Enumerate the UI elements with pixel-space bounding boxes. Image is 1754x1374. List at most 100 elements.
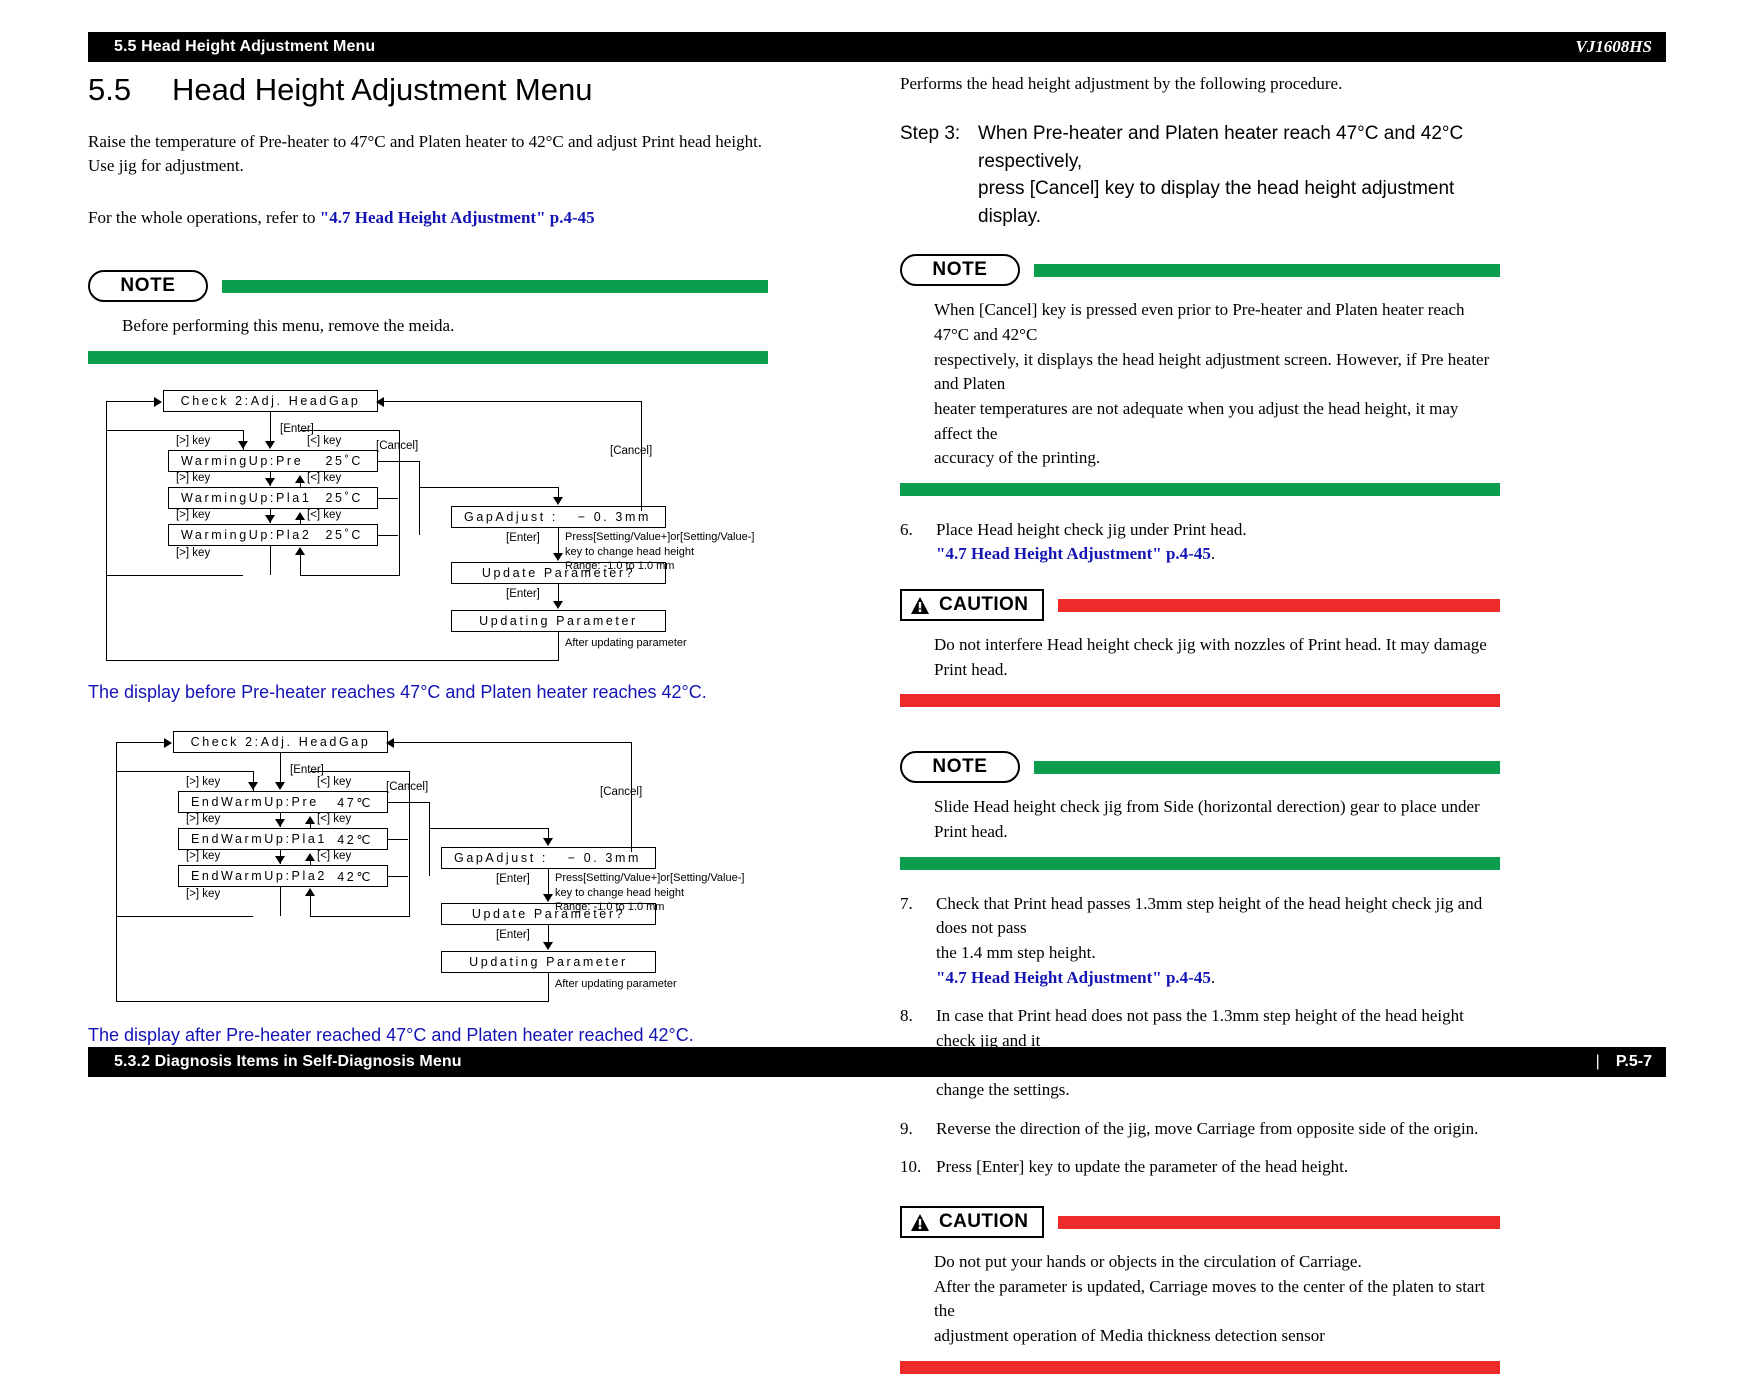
connector bbox=[106, 401, 108, 662]
connector bbox=[116, 916, 253, 918]
note-1-line-1: When [Cancel] key is pressed even prior … bbox=[934, 300, 1465, 344]
lcd-label: GapAdjust : bbox=[454, 851, 548, 866]
cross-reference-link[interactable]: "4.7 Head Height Adjustment" p.4-45 bbox=[936, 544, 1211, 563]
label-enter: [Enter] bbox=[506, 532, 540, 545]
cross-reference-link[interactable]: "4.7 Head Height Adjustment" p.4-45 bbox=[320, 208, 595, 227]
lcd-value: 25˚C bbox=[325, 454, 363, 469]
caution-2-body: Do not put your hands or objects in the … bbox=[934, 1250, 1500, 1349]
connector bbox=[388, 802, 430, 804]
connector bbox=[378, 498, 398, 500]
step-3-label: Step 3: bbox=[900, 123, 961, 145]
note-callout-left: NOTE bbox=[88, 270, 768, 303]
label-prev-key: [<] key bbox=[307, 435, 342, 448]
lcd-box-check-headgap: Check 2:Adj. HeadGap bbox=[173, 731, 388, 754]
label-enter: [Enter] bbox=[290, 764, 324, 777]
note-2-body: Slide Head height check jig from Side (h… bbox=[934, 797, 1480, 841]
lcd-box-endwarmup-pla1: EndWarmUp:Pla1 42℃ bbox=[178, 828, 388, 851]
procedure-intro: Performs the head height adjustment by t… bbox=[900, 74, 1343, 93]
page-title: 5.5 Head Height Adjustment Menu bbox=[88, 72, 768, 108]
list-item-7: 7. Check that Print head passes 1.3mm st… bbox=[900, 892, 1500, 991]
connector bbox=[378, 461, 420, 463]
label-enter: [Enter] bbox=[496, 929, 530, 942]
caution-rule-bottom bbox=[900, 694, 1500, 708]
cross-reference-link[interactable]: "4.7 Head Height Adjustment" p.4-45 bbox=[936, 968, 1211, 987]
label-next-key: [>] key bbox=[176, 509, 211, 522]
hint-line-2: key to change head height bbox=[565, 545, 695, 558]
lcd-label: EndWarmUp:Pla2 bbox=[191, 869, 327, 884]
arrow-right-icon bbox=[164, 738, 172, 749]
note-rule-top bbox=[1034, 760, 1500, 774]
connector bbox=[384, 401, 642, 403]
page-title-number: 5.5 bbox=[88, 72, 132, 107]
intro-line-2: Use jig for adjustment. bbox=[88, 156, 244, 176]
note-1-line-3: heater temperatures are not adequate whe… bbox=[934, 398, 1459, 443]
menu-flow-diagram-endwarmup: Check 2:Adj. HeadGap EndWarmUp:Pre 47℃ E… bbox=[88, 731, 768, 1013]
warning-triangle-icon bbox=[910, 596, 930, 615]
arrow-down-icon bbox=[553, 497, 563, 506]
caution-badge-label: CAUTION bbox=[939, 1211, 1029, 1233]
header-section-title: 5.5 Head Height Adjustment Menu bbox=[114, 38, 376, 55]
caution-callout-2: CAUTION bbox=[900, 1206, 1500, 1239]
lcd-box-gapadjust: GapAdjust : − 0. 3mm bbox=[441, 847, 656, 870]
arrow-down-icon bbox=[248, 782, 258, 791]
note-rule-bottom bbox=[88, 351, 768, 365]
item-7-line-1: Check that Print head passes 1.3mm step … bbox=[936, 893, 1483, 938]
warning-triangle-icon bbox=[910, 1213, 930, 1232]
header-model-name: VJ1608HS bbox=[1575, 37, 1652, 56]
connector bbox=[270, 546, 272, 576]
hint-line-1: Press[Setting/Value+]or[Setting/Value-] bbox=[555, 872, 745, 885]
diagram-1-caption: The display before Pre-heater reaches 47… bbox=[88, 682, 707, 703]
arrow-down-icon bbox=[275, 782, 285, 791]
diagram-2-caption: The display after Pre-heater reached 47°… bbox=[88, 1025, 694, 1046]
caution-badge: CAUTION bbox=[900, 589, 1045, 622]
list-item-number: 6. bbox=[900, 519, 913, 539]
note-badge: NOTE bbox=[900, 254, 1020, 287]
page-header-bar: 5.5 Head Height Adjustment Menu VJ1608HS bbox=[88, 32, 1666, 62]
connector bbox=[558, 528, 560, 557]
left-column: 5.5 Head Height Adjustment Menu Raise th… bbox=[88, 72, 768, 1046]
connector bbox=[394, 742, 632, 744]
note-callout-2: NOTE bbox=[900, 751, 1500, 784]
list-item-number: 10. bbox=[900, 1157, 922, 1177]
list-item-10: 10. Press [Enter] key to update the para… bbox=[900, 1155, 1500, 1180]
list-item-text: Check that Print head passes 1.3mm step … bbox=[936, 892, 1500, 991]
label-enter: [Enter] bbox=[280, 423, 314, 436]
arrow-down-icon bbox=[265, 515, 275, 524]
label-prev-key: [<] key bbox=[307, 509, 342, 522]
connector bbox=[300, 430, 400, 432]
lcd-label: GapAdjust : bbox=[464, 510, 558, 525]
connector bbox=[106, 660, 559, 662]
gap-adjust-hint: Press[Setting/Value+]or[Setting/Value-] … bbox=[555, 871, 744, 915]
caution-rule-bottom bbox=[900, 1360, 1500, 1374]
connector bbox=[106, 401, 156, 403]
hint-line-3: Range: -1.0 to 1.0 mm bbox=[565, 560, 675, 573]
lcd-box-warmingup-pla1: WarmingUp:Pla1 25˚C bbox=[168, 487, 378, 510]
caution-badge-label: CAUTION bbox=[939, 594, 1029, 616]
arrow-up-icon bbox=[305, 853, 315, 862]
caution-badge: CAUTION bbox=[900, 1206, 1045, 1239]
arrow-up-icon bbox=[295, 475, 305, 484]
arrow-down-icon bbox=[553, 553, 563, 562]
arrow-down-icon bbox=[265, 478, 275, 487]
connector bbox=[116, 1001, 549, 1003]
caution-2-line-3: adjustment operation of Media thickness … bbox=[934, 1325, 1325, 1345]
hint-line-1: Press[Setting/Value+]or[Setting/Value-] bbox=[565, 531, 755, 544]
connector bbox=[116, 742, 118, 1003]
list-item-text: Place Head height check jig under Print … bbox=[936, 518, 1500, 567]
lcd-box-endwarmup-pla2: EndWarmUp:Pla2 42℃ bbox=[178, 865, 388, 888]
connector bbox=[280, 887, 282, 917]
note-1-body: When [Cancel] key is pressed even prior … bbox=[934, 298, 1500, 470]
lcd-box-endwarmup-pre: EndWarmUp:Pre 47℃ bbox=[178, 791, 388, 814]
label-enter: [Enter] bbox=[496, 873, 530, 886]
step-3-line-1: When Pre-heater and Platen heater reach … bbox=[978, 123, 1464, 172]
label-cancel: [Cancel] bbox=[376, 440, 419, 453]
item-7-line-2: the 1.4 mm step height. bbox=[936, 942, 1096, 962]
item-9-text: Reverse the direction of the jig, move C… bbox=[936, 1118, 1479, 1138]
note-1-line-2: respectively, it displays the head heigh… bbox=[934, 349, 1490, 394]
label-prev-key: [<] key bbox=[307, 472, 342, 485]
right-column: Performs the head height adjustment by t… bbox=[900, 72, 1500, 1374]
label-next-key: [>] key bbox=[186, 813, 221, 826]
label-next-key: [>] key bbox=[176, 472, 211, 485]
item-8-line-1: In case that Print head does not pass th… bbox=[936, 1006, 1464, 1050]
